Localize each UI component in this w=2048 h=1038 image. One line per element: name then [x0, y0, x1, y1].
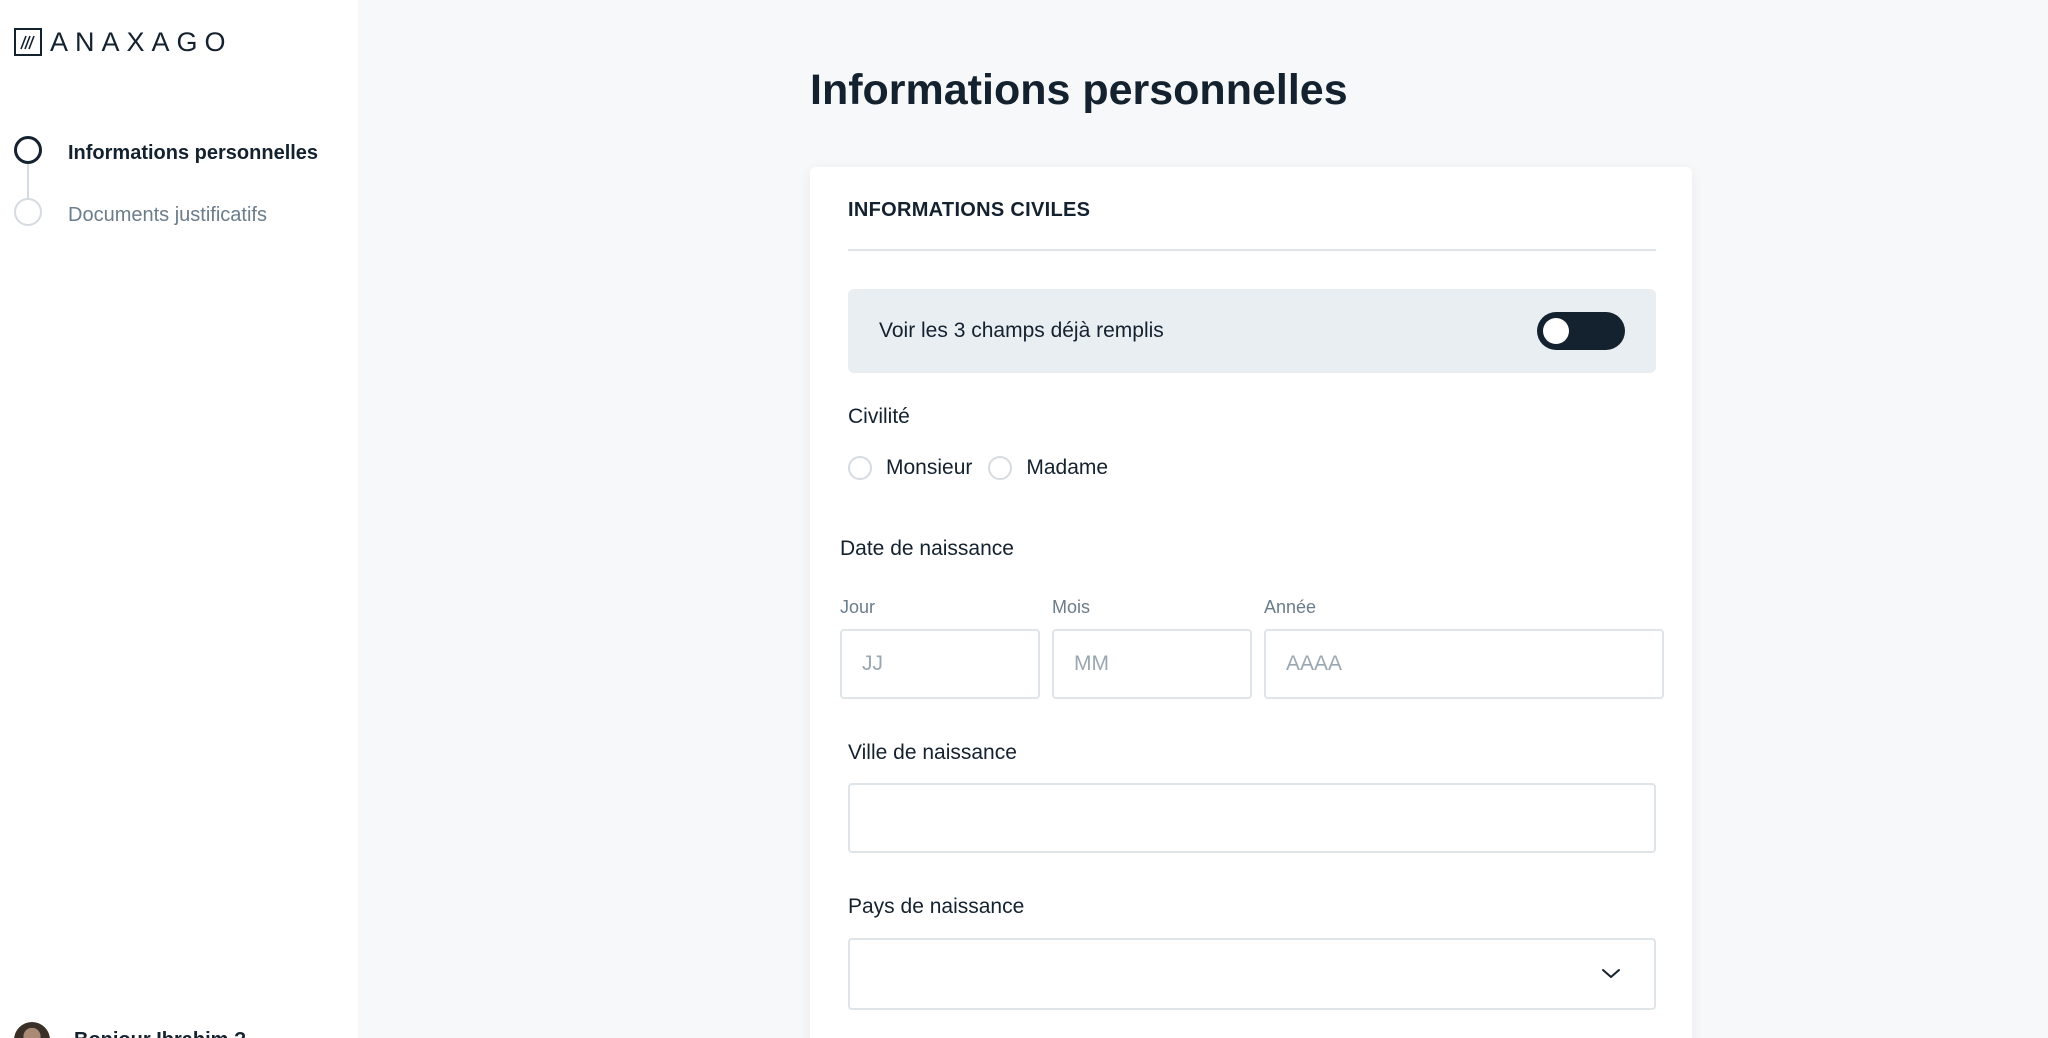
- chevron-down-icon: [1600, 962, 1622, 989]
- step-informations-personnelles[interactable]: Informations personnelles: [14, 136, 318, 200]
- step-label: Documents justificatifs: [68, 204, 267, 226]
- day-label: Jour: [840, 597, 876, 617]
- anaxago-logo[interactable]: ANAXAGO: [14, 28, 233, 56]
- year-label: Année: [1264, 597, 1317, 617]
- radio-monsieur[interactable]: [848, 456, 872, 480]
- civilite-radio-group: Monsieur Madame: [848, 456, 1124, 480]
- birth-city-label: Ville de naissance: [848, 741, 1017, 764]
- step-label: Informations personnelles: [68, 142, 319, 164]
- civilite-label: Civilité: [848, 405, 910, 428]
- form-card: INFORMATIONS CIVILES Voir les 3 champs d…: [810, 167, 1692, 1038]
- radio-label: Madame: [1026, 456, 1109, 479]
- birth-country-label: Pays de naissance: [848, 895, 1025, 918]
- step-documents-justificatifs[interactable]: Documents justificatifs: [14, 198, 267, 260]
- radio-label: Monsieur: [886, 456, 973, 479]
- radio-option-monsieur[interactable]: Monsieur: [848, 456, 972, 480]
- step-active-indicator-icon: [14, 136, 42, 164]
- radio-madame[interactable]: [988, 456, 1013, 480]
- month-label: Mois: [1052, 597, 1091, 617]
- progress-steps: Informations personnelles Documents just…: [14, 136, 318, 260]
- logo-mark-icon: [14, 28, 42, 56]
- section-title: INFORMATIONS CIVILES: [848, 199, 1091, 221]
- show-prefilled-toggle[interactable]: [1537, 312, 1625, 350]
- prefilled-fields-toggle-row: Voir les 3 champs déjà remplis: [848, 289, 1656, 373]
- radio-option-madame[interactable]: Madame: [988, 456, 1108, 480]
- birth-country-select[interactable]: [848, 938, 1656, 1010]
- page-title: Informations personnelles: [810, 66, 1348, 114]
- step-inactive-indicator-icon: [14, 198, 42, 226]
- toggle-knob: [1543, 318, 1569, 344]
- user-profile[interactable]: Bonjour Ibrahim ?: [14, 1022, 246, 1038]
- sidebar: ANAXAGO Informations personnelles Docume…: [0, 0, 358, 1038]
- birth-date-label: Date de naissance: [840, 537, 1014, 560]
- toggle-label: Voir les 3 champs déjà remplis: [879, 319, 1164, 342]
- avatar: [14, 1022, 50, 1038]
- year-input[interactable]: [1264, 629, 1664, 699]
- user-greeting: Bonjour Ibrahim ?: [74, 1029, 246, 1038]
- day-input[interactable]: [840, 629, 1040, 699]
- section-divider: [848, 249, 1656, 251]
- birth-city-input[interactable]: [848, 783, 1656, 853]
- step-connector: [27, 164, 29, 200]
- logo-text: ANAXAGO: [50, 27, 233, 57]
- month-input[interactable]: [1052, 629, 1252, 699]
